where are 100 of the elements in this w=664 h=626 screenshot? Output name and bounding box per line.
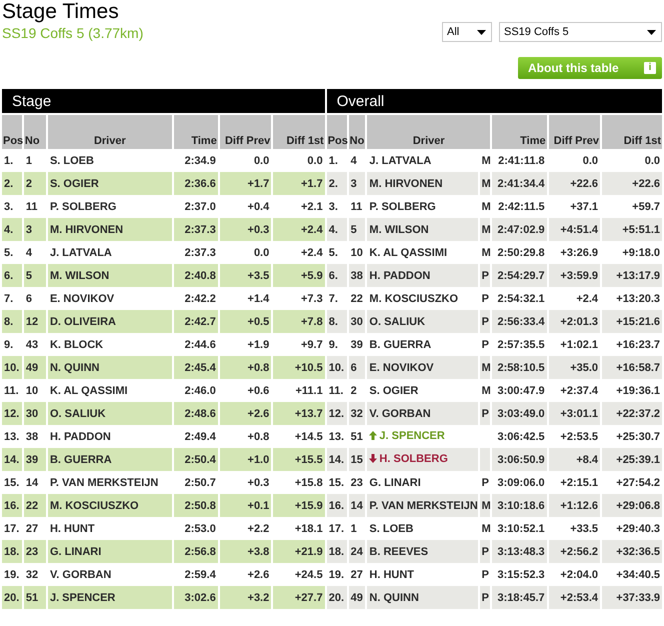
column-header: Pos: [2, 115, 22, 149]
driver-cell-text: P. VAN MERKSTEIJN: [48, 476, 160, 490]
position-cell-text: 5.: [328, 246, 339, 260]
driver-cell: B. GUERRA: [48, 448, 172, 471]
info-icon: i: [644, 62, 656, 74]
driver-cell: G. LINARI: [48, 540, 172, 563]
diff-prev-cell-text: +3:26.9: [559, 246, 600, 260]
position-cell: 20.: [326, 586, 347, 609]
driver-cell: O. SALIUK: [48, 402, 172, 425]
diff-first-cell: +22.6: [602, 172, 662, 195]
diff-first-cell: +22:37.2: [602, 402, 662, 425]
car-number-cell-text: 1: [350, 522, 358, 536]
car-number-cell: 51: [24, 586, 46, 609]
car-number-cell: 38: [348, 264, 366, 287]
car-number-cell-text: 22: [350, 292, 364, 306]
car-number-cell: 49: [348, 586, 366, 609]
time-cell: 2:36.6: [174, 172, 218, 195]
filter-dropdown[interactable]: SS19 Coffs 5: [499, 22, 662, 42]
time-cell-text: 3:00:47.9: [496, 384, 546, 398]
class-label: M: [482, 224, 491, 236]
position-cell: 4.: [326, 218, 347, 241]
time-cell-text: 2:34.9: [184, 154, 217, 168]
time-cell: 2:42.7: [174, 310, 218, 333]
diff-prev-cell-text: +0.4: [246, 200, 270, 214]
driver-cell: M. HIRVONEN: [48, 218, 172, 241]
time-cell: 2:50.8: [174, 494, 218, 517]
car-number-cell-text: 4: [24, 246, 34, 260]
column-header: Diff 1st: [273, 115, 325, 149]
driver-cell-text: K. BLOCK: [48, 338, 104, 352]
diff-first-cell-text: +14.5: [294, 430, 324, 444]
car-number-cell-text: 11: [350, 200, 364, 214]
time-cell-text: 2:42.2: [184, 292, 217, 306]
caret-icon: [647, 30, 656, 34]
driver-name: J. LATVALA: [369, 154, 432, 166]
time-cell-text: 2:44.6: [184, 338, 217, 352]
diff-prev-cell-text: 0.0: [582, 154, 600, 168]
time-cell-text: 3:06:42.5: [496, 430, 546, 444]
class-label: P: [482, 476, 489, 488]
car-number-cell: 2: [24, 172, 46, 195]
diff-prev-cell: +0.3: [220, 218, 272, 241]
time-cell: 3:18:45.7: [492, 586, 547, 609]
driver-cell: M. KOSCIUSZKO: [48, 494, 172, 517]
diff-prev-cell: +1.7: [220, 172, 272, 195]
time-cell-text: 2:59.4: [184, 568, 217, 582]
diff-first-cell: +10.5: [273, 356, 325, 379]
diff-first-cell-text: +18.1: [294, 522, 324, 536]
diff-prev-cell-text: 0.0: [252, 154, 270, 168]
diff-first-cell: +5.9: [273, 264, 325, 287]
time-cell: 2:58:10.5: [492, 356, 547, 379]
position-cell: 14.: [2, 448, 22, 471]
diff-prev-cell: +4:51.4: [548, 218, 600, 241]
position-cell-text: 17.: [328, 522, 346, 536]
page-title: Stage Times: [2, 0, 120, 24]
column-header: Diff Prev: [220, 115, 272, 149]
time-cell: 3:02.6: [174, 586, 218, 609]
driver-cell-text: P. SOLBERG: [48, 200, 118, 214]
driver-name: O. SALIUK: [369, 316, 426, 328]
position-cell: 2.: [2, 172, 22, 195]
time-cell-text: 2:49.4: [184, 430, 217, 444]
diff-first-cell-text: 0.0: [306, 154, 324, 168]
diff-first-cell-text: +9.7: [300, 338, 324, 352]
position-cell: 10.: [326, 356, 347, 379]
driver-cell-text: H. PADDON: [48, 430, 112, 444]
car-number-cell: 6: [348, 356, 366, 379]
column-header: Pos: [326, 115, 347, 149]
driver-cell: M. WILSON: [48, 264, 172, 287]
class-label: P: [482, 546, 489, 558]
car-number-cell-text: 27: [24, 522, 40, 536]
car-number-cell: 22: [24, 494, 46, 517]
filter-dropdown[interactable]: All: [442, 22, 492, 42]
diff-prev-cell-text: +33.5: [569, 522, 600, 536]
class-label: P: [482, 316, 489, 328]
position-cell: 18.: [2, 540, 22, 563]
time-cell-text: 2:50.7: [184, 476, 217, 490]
position-cell-text: 17.: [3, 522, 20, 536]
position-cell: 14.: [326, 448, 347, 471]
driver-name: M. KOSCIUSZKO: [369, 292, 458, 304]
car-number-cell: 15: [348, 448, 366, 471]
car-number-cell: 24: [348, 540, 366, 563]
time-cell-text: 2:42:11.5: [497, 200, 546, 214]
diff-prev-cell: +0.5: [220, 310, 272, 333]
diff-first-cell-text: +59.7: [631, 200, 661, 214]
diff-first-cell-text: +24.5: [294, 568, 324, 582]
driver-name: E. NOVIKOV: [369, 362, 434, 374]
class-label: M: [482, 154, 491, 166]
time-cell: 2:37.3: [174, 218, 218, 241]
driver-cell-text: S. LOEB: [48, 154, 95, 168]
class-label: M: [482, 362, 491, 374]
diff-prev-cell-text: +1.9: [246, 338, 270, 352]
driver-name: K. AL QASSIMI: [369, 246, 448, 258]
diff-first-cell: +1.7: [273, 172, 325, 195]
position-cell-text: 13.: [328, 430, 346, 444]
driver-name: H. HUNT: [369, 568, 414, 580]
driver-cell-text: K. AL QASSIMI: [48, 384, 129, 398]
section-header: Overall: [326, 89, 662, 115]
position-cell: 18.: [326, 540, 347, 563]
diff-prev-cell: +22.6: [548, 172, 600, 195]
diff-prev-cell-text: +2:53.5: [559, 430, 600, 444]
diff-prev-cell: +2:53.4: [548, 586, 600, 609]
column-header: No: [24, 115, 46, 149]
